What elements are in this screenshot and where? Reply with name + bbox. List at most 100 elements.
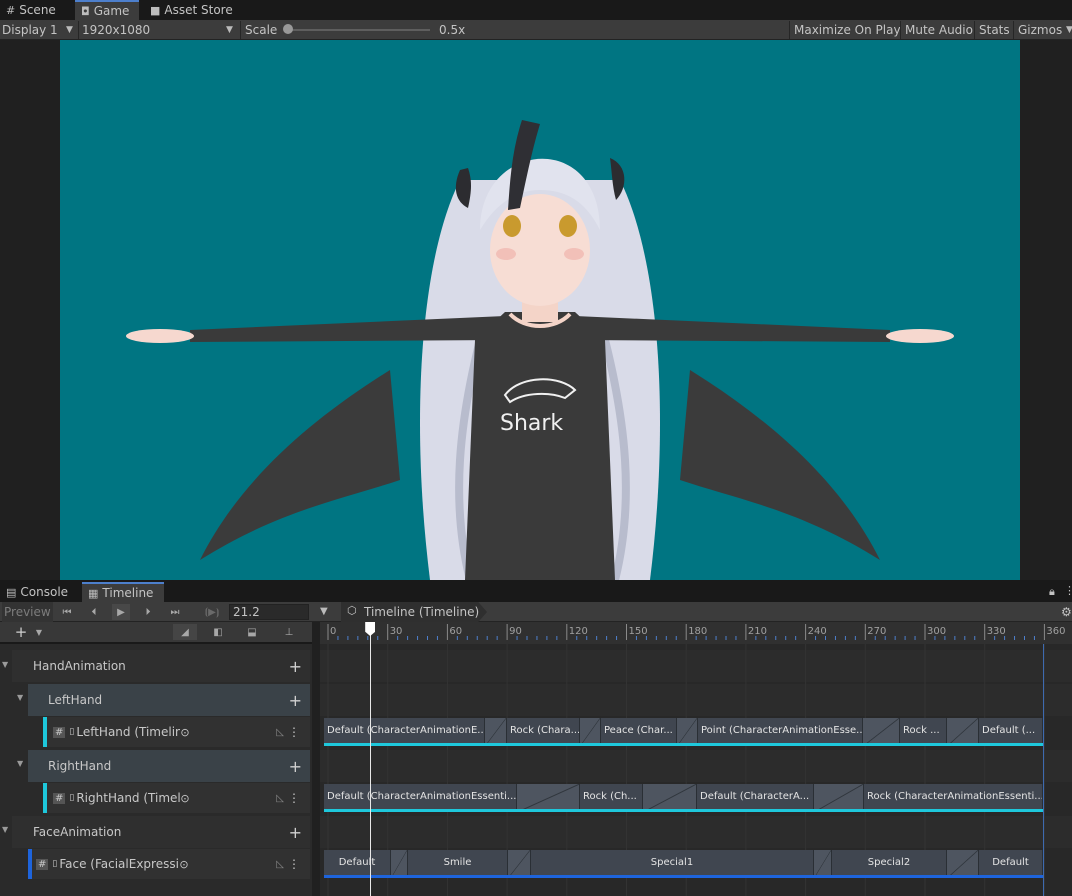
end-marker (1043, 644, 1044, 896)
play-icon[interactable]: ▶ (112, 604, 130, 620)
replace-mode-icon[interactable]: ⬓ (240, 624, 264, 640)
clip[interactable]: Special2 (832, 850, 947, 878)
group-label: RightHand (48, 759, 112, 773)
timeline-asset-dropdown-icon[interactable]: ▼ (320, 602, 328, 622)
tab-timeline[interactable]: ▦ Timeline (82, 582, 164, 602)
blend-region[interactable] (508, 850, 531, 878)
clip[interactable]: Point (CharacterAnimationEsse... (698, 718, 863, 746)
object-picker-icon[interactable]: ⊙ (179, 858, 188, 871)
clip[interactable]: Default (979, 850, 1043, 878)
blend-region[interactable] (643, 784, 697, 812)
clip[interactable]: Smile (408, 850, 508, 878)
group-faceanimation[interactable]: FaceAnimation + (12, 816, 310, 848)
more-options-icon[interactable]: ⋮ (288, 791, 300, 805)
mute-audio-toggle[interactable]: Mute Audio (905, 20, 973, 40)
blend-region[interactable] (391, 850, 408, 878)
tab-console[interactable]: ▤ Console (0, 582, 80, 602)
clip[interactable]: Default (CharacterAnimationE... (324, 718, 485, 746)
clip[interactable]: Default (CharacterAnimationEssenti... (324, 784, 517, 812)
object-picker-icon[interactable]: ⊙ (180, 792, 189, 805)
tab-scene[interactable]: # Scene (0, 0, 70, 20)
store-bag-icon: ■ (150, 3, 161, 17)
add-icon[interactable]: + (289, 823, 302, 842)
chevron-down-icon[interactable]: ▼ (1066, 20, 1072, 40)
track-face[interactable]: # ▯ Face (FacialExpressio ⊙ ◺ ⋮ (28, 849, 310, 879)
gear-icon[interactable]: ⚙ (1061, 602, 1072, 622)
lock-icon[interactable]: 🔒︎ (1049, 585, 1055, 599)
stats-toggle[interactable]: Stats (979, 20, 1010, 40)
game-viewport[interactable]: Shark (60, 40, 1020, 580)
clip[interactable]: Default (... (979, 718, 1043, 746)
tab-scene-label: Scene (19, 3, 56, 17)
clip[interactable]: Rock (CharacterAnimationEssenti... (864, 784, 1043, 812)
track-righthand[interactable]: # ▯ RightHand (Timelin ⊙ ◺ ⋮ (43, 783, 310, 813)
blend-region[interactable] (947, 718, 979, 746)
blend-region[interactable] (814, 784, 864, 812)
tab-game[interactable]: ◘ Game (75, 0, 139, 20)
hash-icon: # (53, 726, 66, 738)
ruler-tick-label: 30 (390, 626, 403, 637)
add-icon[interactable]: + (289, 657, 302, 676)
svg-text:Shark: Shark (500, 411, 563, 436)
clip[interactable]: Rock ... (900, 718, 947, 746)
resolution-dropdown[interactable]: 1920x1080 ▼ (82, 20, 236, 40)
blend-region[interactable] (485, 718, 507, 746)
breadcrumb[interactable]: ⬡ Timeline (Timeline) (341, 602, 487, 622)
blend-region[interactable] (814, 850, 832, 878)
collapse-arrow-icon[interactable]: ▼ (17, 759, 23, 768)
blend-region[interactable] (580, 718, 601, 746)
ripple-mode-icon[interactable]: ◧ (206, 624, 230, 640)
film-icon: ▦ (88, 586, 99, 600)
group-righthand[interactable]: RightHand + (28, 750, 310, 782)
clip[interactable]: Default (CharacterA... (697, 784, 814, 812)
chevron-down-icon[interactable]: ▼ (30, 624, 48, 640)
preview-toggle[interactable]: Preview (2, 602, 53, 622)
editor-tab-bar: # Scene ◘ Game ■ Asset Store (0, 0, 1072, 20)
blend-region[interactable] (677, 718, 698, 746)
frame-field[interactable]: 21.2 (229, 604, 309, 620)
collapse-arrow-icon[interactable]: ▼ (2, 825, 8, 834)
go-to-end-icon[interactable]: ⏭ (166, 604, 184, 620)
clip[interactable]: Special1 (531, 850, 814, 878)
ease-mode-icon[interactable]: ◢ (173, 624, 197, 640)
panel-splitter[interactable] (312, 622, 320, 896)
clip[interactable]: Rock (Ch... (580, 784, 643, 812)
blend-region[interactable] (517, 784, 580, 812)
play-range-icon[interactable]: ⦗▶⦘ (203, 604, 221, 620)
clip[interactable]: Default (324, 850, 391, 878)
gizmos-dropdown[interactable]: Gizmos (1018, 20, 1062, 40)
ruler-tick-label: 360 (1046, 626, 1065, 637)
add-track-icon[interactable]: + (12, 623, 30, 641)
track-lefthand[interactable]: # ▯ LeftHand (Timeline ⊙ ◺ ⋮ (43, 717, 310, 747)
scale-slider-track[interactable] (284, 29, 430, 31)
clip-area[interactable]: Default (CharacterAnimationE... Rock (Ch… (320, 644, 1072, 896)
display-dropdown[interactable]: Display 1 ▼ (2, 20, 76, 40)
group-lefthand[interactable]: LeftHand + (28, 684, 310, 716)
next-frame-icon[interactable]: ⏵ (139, 604, 157, 620)
previous-frame-icon[interactable]: ⏴ (85, 604, 103, 620)
group-handanimation[interactable]: HandAnimation + (12, 650, 310, 682)
clip-accent-bar (324, 875, 1043, 878)
clip[interactable]: Rock (Chara... (507, 718, 580, 746)
tab-asset-store[interactable]: ■ Asset Store (144, 0, 244, 20)
add-icon[interactable]: + (289, 757, 302, 776)
more-options-icon[interactable]: ⋮ (288, 725, 300, 739)
collapse-arrow-icon[interactable]: ▼ (2, 660, 8, 669)
maximize-on-play-toggle[interactable]: Maximize On Play (794, 20, 901, 40)
pin-icon[interactable]: ⊥ (280, 624, 298, 640)
more-menu-icon[interactable]: ⋮ (1064, 584, 1072, 597)
blend-region[interactable] (863, 718, 900, 746)
playhead-line[interactable] (370, 622, 372, 896)
go-to-start-icon[interactable]: ⏮ (58, 604, 76, 620)
curve-icon[interactable]: ◺ (276, 859, 284, 870)
curve-icon[interactable]: ◺ (276, 793, 284, 804)
object-picker-icon[interactable]: ⊙ (180, 726, 189, 739)
more-options-icon[interactable]: ⋮ (288, 857, 300, 871)
curve-icon[interactable]: ◺ (276, 727, 284, 738)
add-icon[interactable]: + (289, 691, 302, 710)
collapse-arrow-icon[interactable]: ▼ (17, 693, 23, 702)
scale-slider-thumb[interactable] (283, 24, 293, 34)
clip[interactable]: Peace (Char... (601, 718, 677, 746)
blend-region[interactable] (947, 850, 979, 878)
time-ruler[interactable]: 0 30 60 90 120 150 180 210 240 270 300 330 360 (320, 622, 1072, 644)
